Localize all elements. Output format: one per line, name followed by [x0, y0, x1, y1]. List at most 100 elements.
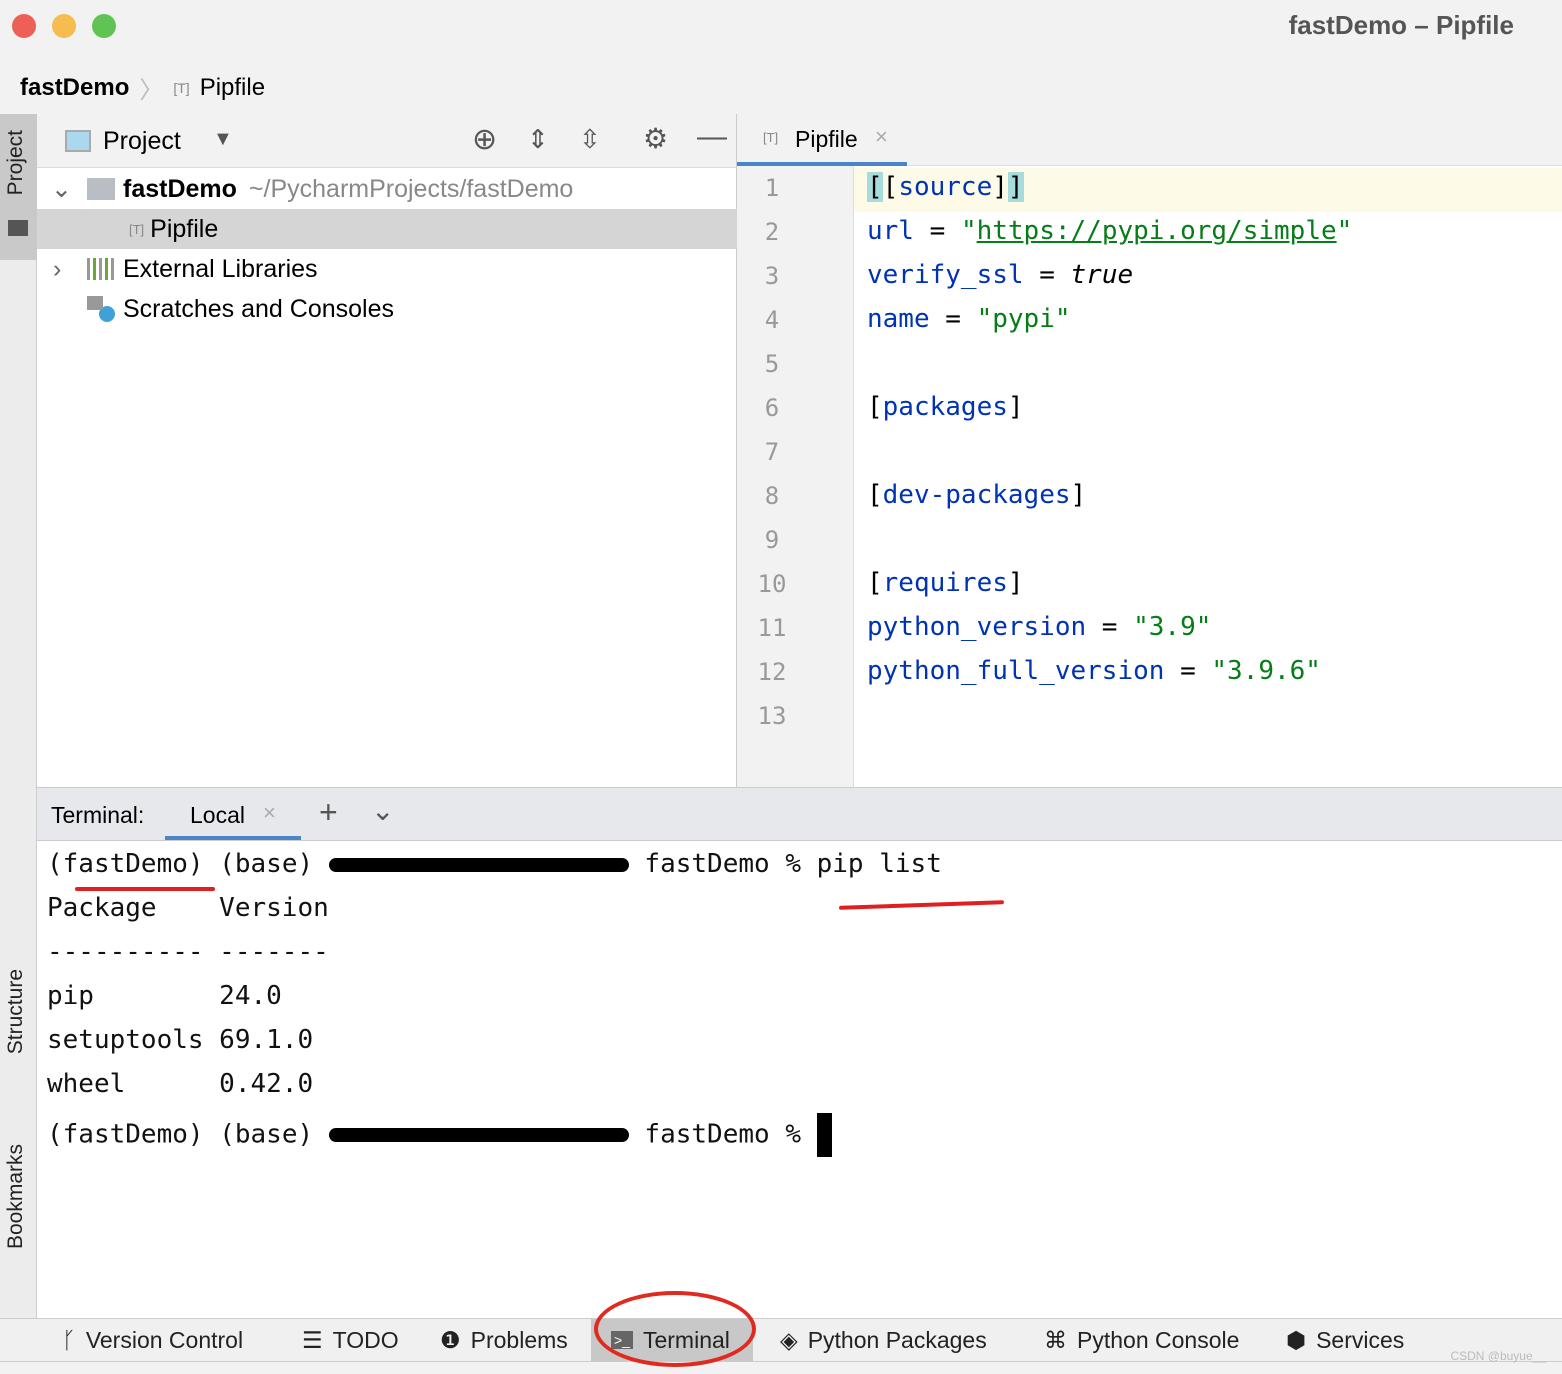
code-line-11[interactable]: python_version = "3.9" [867, 612, 1211, 642]
tool-version-control[interactable]: ᚴ Version Control [62, 1319, 243, 1361]
terminal-line: Package Version [47, 893, 329, 923]
code-line-4[interactable]: name = "pypi" [867, 304, 1071, 334]
code-line-12[interactable]: python_full_version = "3.9.6" [867, 656, 1321, 686]
project-view-icon [65, 130, 91, 152]
tree-item-pipfile[interactable]: [T] Pipfile [37, 209, 737, 249]
line-number: 3 [764, 262, 780, 290]
chevron-right-icon: 〉 [139, 77, 164, 104]
project-toolbar: Project ▼ ⊕ ⇕ ⇳ ⚙ — [37, 114, 736, 168]
redacted-username [328, 1128, 629, 1142]
red-underline-annotation [75, 887, 215, 891]
pipfile-icon: [T] [763, 130, 779, 145]
line-number: 2 [764, 218, 780, 246]
folder-icon [87, 178, 115, 200]
folder-icon [8, 220, 28, 236]
chevron-down-icon[interactable]: ⌄ [51, 174, 87, 204]
tool-label: Python Packages [807, 1326, 987, 1353]
code-line-3[interactable]: verify_ssl = true [867, 260, 1133, 290]
code-line-8[interactable]: [dev-packages] [867, 480, 1086, 510]
tool-todo[interactable]: ☰ TODO [302, 1319, 399, 1361]
window-title: fastDemo – Pipfile [1288, 10, 1514, 40]
side-tab-structure[interactable]: Structure [4, 969, 28, 1054]
tree-item-external-libraries[interactable]: › External Libraries [37, 249, 737, 289]
terminal-tab-local[interactable]: Local × [165, 788, 301, 840]
title-bar: fastDemo – Pipfile [0, 0, 1562, 58]
side-tab-bookmarks[interactable]: Bookmarks [4, 1144, 28, 1249]
terminal-label: Terminal: [51, 802, 145, 828]
pipfile-icon: [T] [129, 221, 145, 237]
code-line-2[interactable]: url = "https://pypi.org/simple" [867, 216, 1352, 246]
pipfile-icon: [T] [173, 79, 190, 96]
side-tab-project-label: Project [4, 130, 27, 196]
list-icon: ☰ [302, 1326, 323, 1353]
scratches-icon [87, 296, 115, 322]
code-line-6[interactable]: [packages] [867, 392, 1024, 422]
tool-services[interactable]: ⬢ Services [1286, 1319, 1404, 1361]
library-icon [87, 258, 115, 280]
chevron-right-icon[interactable]: › [53, 255, 87, 284]
tree-item-fastdemo[interactable]: ⌄ fastDemo ~/PycharmProjects/fastDemo [37, 169, 737, 209]
tool-label: Problems [470, 1326, 568, 1353]
tree-item-label: fastDemo [123, 174, 237, 203]
tree-item-label: Pipfile [150, 214, 219, 243]
chevron-down-icon[interactable]: ⌄ [371, 794, 394, 827]
redacted-username [328, 857, 629, 872]
problems-icon: ❶ [440, 1326, 461, 1353]
editor: [T] Pipfile × [[source]] url = "https://… [737, 114, 1562, 787]
line-number: 12 [757, 658, 787, 686]
breadcrumb: fastDemo 〉 [T] Pipfile [20, 70, 265, 105]
line-number: 1 [764, 174, 780, 202]
code-line-10[interactable]: [requires] [867, 568, 1024, 598]
terminal-line: setuptools 69.1.0 [47, 1025, 314, 1055]
line-number: 13 [757, 702, 787, 730]
gear-icon[interactable]: ⚙ [643, 122, 668, 155]
tab-pipfile[interactable]: [T] Pipfile × [737, 114, 907, 166]
tab-label: Pipfile [795, 126, 858, 152]
tree-item-label: Scratches and Consoles [123, 294, 394, 323]
tree-item-scratches[interactable]: Scratches and Consoles [37, 289, 737, 329]
services-icon: ⬢ [1286, 1326, 1307, 1353]
breadcrumb-project[interactable]: fastDemo [20, 74, 129, 102]
project-view-selector[interactable]: Project [103, 127, 181, 156]
tool-label: Services [1316, 1326, 1405, 1353]
tool-python-packages[interactable]: ◈ Python Packages [780, 1319, 987, 1361]
expand-all-icon[interactable]: ⇕ [527, 124, 549, 155]
left-tool-strip: Project Structure Bookmarks [0, 114, 37, 1318]
line-number: 6 [764, 394, 780, 422]
tab-label: Local [190, 802, 245, 828]
close-tab-icon[interactable]: × [263, 800, 276, 826]
terminal-output[interactable]: (fastDemo) (base) fastDemo % pip list Pa… [37, 841, 1562, 1318]
terminal-line-prompt: (fastDemo) (base) fastDemo % [47, 1113, 832, 1157]
line-number: 10 [757, 570, 787, 598]
new-tab-icon[interactable]: + [319, 794, 338, 831]
side-tab-project[interactable]: Project [0, 114, 37, 260]
breadcrumb-file[interactable]: Pipfile [200, 74, 265, 102]
tool-label: TODO [332, 1326, 399, 1353]
hide-icon[interactable]: — [697, 120, 727, 154]
watermark: CSDN @buyue__ [1450, 1349, 1546, 1363]
maximize-window-button[interactable] [92, 14, 116, 38]
tool-problems[interactable]: ❶ Problems [440, 1319, 568, 1361]
minimize-window-button[interactable] [52, 14, 76, 38]
tool-label: Python Console [1077, 1326, 1240, 1353]
line-number: 9 [764, 526, 780, 554]
gutter [737, 166, 854, 787]
close-window-button[interactable] [12, 14, 36, 38]
python-icon: ⌘ [1044, 1326, 1067, 1353]
terminal-header: Terminal: Local × + ⌄ [37, 787, 1562, 841]
close-tab-icon[interactable]: × [875, 124, 888, 150]
red-circle-annotation [594, 1291, 756, 1367]
chevron-down-icon[interactable]: ▼ [213, 128, 233, 151]
code-line-1[interactable]: [[source]] [867, 172, 1024, 202]
layers-icon: ◈ [780, 1326, 798, 1353]
editor-tabs: [T] Pipfile × [737, 114, 1562, 166]
cursor [816, 1113, 832, 1157]
line-number: 5 [764, 350, 780, 378]
tree-item-label: External Libraries [123, 254, 318, 283]
line-number: 11 [757, 614, 787, 642]
line-number: 8 [764, 482, 780, 510]
tool-python-console[interactable]: ⌘ Python Console [1044, 1319, 1239, 1361]
locate-icon[interactable]: ⊕ [472, 122, 497, 157]
tool-label: Version Control [85, 1326, 244, 1353]
collapse-all-icon[interactable]: ⇳ [579, 124, 601, 155]
